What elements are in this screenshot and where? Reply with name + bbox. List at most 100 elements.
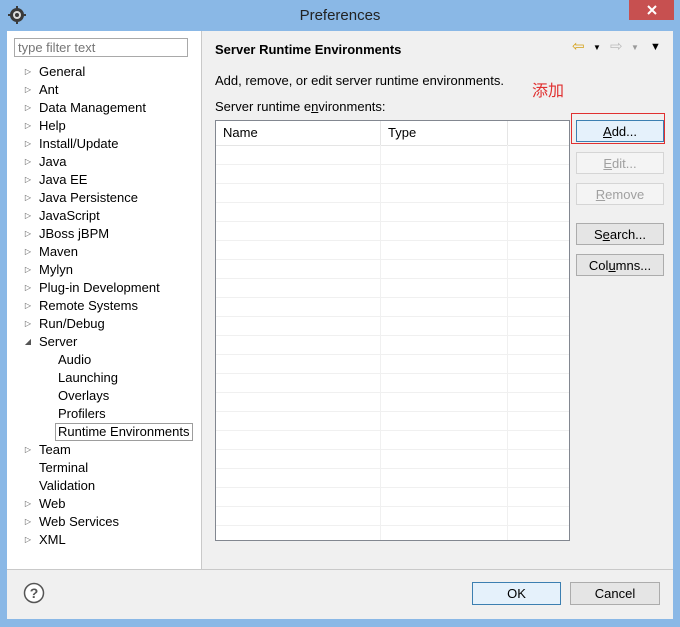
tree-item-label: Mylyn — [39, 262, 73, 277]
close-icon — [646, 5, 657, 15]
table-row — [216, 221, 569, 222]
tree-item-label: Validation — [39, 478, 96, 493]
tree-item-label: Java Persistence — [39, 190, 138, 205]
tree-item-label: Server — [39, 334, 78, 349]
window-title: Preferences — [299, 7, 381, 24]
collapsed-arrow-icon[interactable]: ▷ — [23, 135, 33, 153]
table-row — [216, 259, 569, 260]
table-row — [216, 164, 569, 165]
table-row — [216, 335, 569, 336]
svg-text:?: ? — [30, 585, 39, 601]
close-button[interactable] — [629, 0, 674, 20]
table-row — [216, 183, 569, 184]
table-row — [216, 430, 569, 431]
collapsed-arrow-icon[interactable]: ▷ — [23, 189, 33, 207]
runtime-table[interactable]: Name Type — [215, 120, 570, 541]
collapsed-arrow-icon[interactable]: ▷ — [23, 513, 33, 531]
collapsed-arrow-icon[interactable]: ▷ — [23, 441, 33, 459]
annotation-add-text: 添加 — [532, 83, 565, 100]
table-row — [216, 240, 569, 241]
tree-item-label: Maven — [39, 244, 79, 259]
page-title: Server Runtime Environments — [215, 42, 402, 57]
collapsed-arrow-icon[interactable]: ▷ — [23, 279, 33, 297]
forward-arrow-icon[interactable]: ⇨ — [610, 37, 623, 55]
collapsed-arrow-icon[interactable]: ▷ — [23, 531, 33, 549]
tree-item-label: Java — [39, 154, 67, 169]
columns-button[interactable]: Columns... — [576, 254, 664, 276]
preferences-window: Preferences ▷ General ▷ Ant ▷ Data Management… — [0, 0, 680, 627]
table-header: Name Type — [216, 121, 569, 146]
table-row — [216, 525, 569, 526]
collapsed-arrow-icon[interactable]: ▷ — [23, 81, 33, 99]
page-description: Add, remove, or edit server runtime envi… — [215, 73, 505, 88]
expanded-arrow-icon[interactable]: ◢ — [23, 333, 33, 351]
cancel-button[interactable]: Cancel — [570, 582, 660, 605]
list-label: Server runtime environments: — [215, 99, 386, 114]
tree-item-label: XML — [39, 532, 66, 547]
collapsed-arrow-icon[interactable]: ▷ — [23, 99, 33, 117]
tree-item-label: JavaScript — [39, 208, 100, 223]
collapsed-arrow-icon[interactable]: ▷ — [23, 207, 33, 225]
collapsed-arrow-icon[interactable]: ▷ — [23, 261, 33, 279]
table-row — [216, 449, 569, 450]
search-button[interactable]: Search... — [576, 223, 664, 245]
tree-item-label: Install/Update — [39, 136, 119, 151]
collapsed-arrow-icon[interactable]: ▷ — [23, 297, 33, 315]
table-row — [216, 297, 569, 298]
collapsed-arrow-icon[interactable]: ▷ — [23, 171, 33, 189]
collapsed-arrow-icon[interactable]: ▷ — [23, 153, 33, 171]
footer-separator — [7, 569, 673, 570]
tree-item-label: Web — [39, 496, 66, 511]
ok-button[interactable]: OK — [472, 582, 561, 605]
column-header-name[interactable]: Name — [216, 121, 381, 145]
table-row — [216, 354, 569, 355]
tree-item-label: Team — [39, 442, 71, 457]
preference-page: Server Runtime Environments ⇦ ▼ ⇨ ▼ ▼ Ad… — [208, 31, 673, 569]
table-row — [216, 316, 569, 317]
remove-button[interactable]: Remove — [576, 183, 664, 205]
preference-navigation: ▷ General ▷ Ant ▷ Data Management ▷ Help ▷ Instal… — [7, 31, 202, 569]
table-row — [216, 202, 569, 203]
table-row — [216, 468, 569, 469]
collapsed-arrow-icon[interactable]: ▷ — [23, 63, 33, 81]
collapsed-arrow-icon[interactable]: ▷ — [23, 495, 33, 513]
tree-item-label: Overlays — [58, 388, 110, 403]
add-button[interactable]: Add... — [576, 120, 664, 142]
tree-item-label: JBoss jBPM — [39, 226, 110, 241]
back-menu-icon[interactable]: ▼ — [593, 43, 601, 52]
collapsed-arrow-icon[interactable]: ▷ — [23, 117, 33, 135]
page-navigation: ⇦ ▼ ⇨ ▼ ▼ — [572, 37, 667, 57]
tree-item-label: Profilers — [58, 406, 106, 421]
filter-input[interactable] — [14, 38, 188, 57]
tree-item-label: General — [39, 64, 86, 79]
tree-item-label: Data Management — [39, 100, 146, 115]
tree-item-label: Plug-in Development — [39, 280, 160, 295]
collapsed-arrow-icon[interactable]: ▷ — [23, 315, 33, 333]
tree-item-label: Ant — [39, 82, 59, 97]
edit-button[interactable]: Edit... — [576, 152, 664, 174]
help-icon[interactable]: ? — [23, 582, 45, 604]
table-row — [216, 373, 569, 374]
tree-item-label: Java EE — [39, 172, 88, 187]
table-row — [216, 278, 569, 279]
table-row — [216, 506, 569, 507]
tree-item-label: Launching — [58, 370, 118, 385]
collapsed-arrow-icon[interactable]: ▷ — [23, 225, 33, 243]
table-row — [216, 411, 569, 412]
tree-item-label: Terminal — [39, 460, 89, 475]
collapsed-arrow-icon[interactable]: ▷ — [23, 243, 33, 261]
tree-item-label: Run/Debug — [39, 316, 105, 331]
tree-item-label: Audio — [58, 352, 92, 367]
view-menu-icon[interactable]: ▼ — [650, 41, 661, 53]
tree-item-label: Runtime Environments — [55, 423, 193, 441]
forward-menu-icon[interactable]: ▼ — [631, 43, 639, 52]
back-arrow-icon[interactable]: ⇦ — [572, 37, 585, 55]
tree-item-label: Web Services — [39, 514, 119, 529]
tree-item-label: Help — [39, 118, 66, 133]
table-row — [216, 487, 569, 488]
column-header-type[interactable]: Type — [381, 121, 508, 145]
dialog-client: ▷ General ▷ Ant ▷ Data Management ▷ Help ▷ Instal… — [7, 31, 673, 619]
table-row — [216, 392, 569, 393]
tree-item-label: Remote Systems — [39, 298, 138, 313]
title-bar: Preferences — [0, 0, 680, 31]
